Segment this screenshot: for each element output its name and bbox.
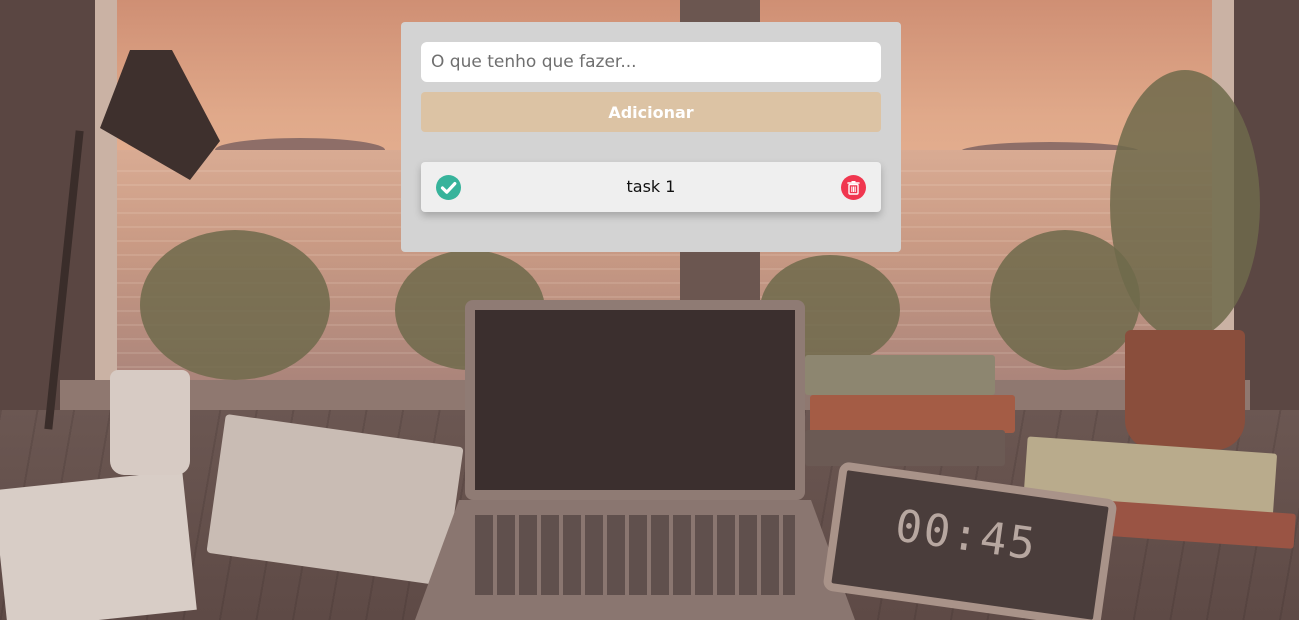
- book: [805, 355, 995, 395]
- check-circle-icon[interactable]: [436, 175, 461, 200]
- todo-card: Adicionar task 1: [401, 22, 901, 252]
- laptop-keyboard: [475, 515, 795, 595]
- window-frame-left: [95, 0, 117, 400]
- task-item: task 1: [421, 162, 881, 212]
- plant-pot: [1125, 330, 1245, 450]
- trash-icon[interactable]: [841, 175, 866, 200]
- new-task-input[interactable]: [421, 42, 881, 82]
- wall-left: [0, 0, 95, 440]
- laptop-screen: [465, 300, 805, 500]
- task-label: task 1: [626, 177, 676, 196]
- plant: [140, 230, 330, 380]
- book: [805, 430, 1005, 466]
- book: [810, 395, 1015, 433]
- mug: [110, 370, 190, 475]
- paper-sheet: [0, 470, 197, 620]
- add-task-button[interactable]: Adicionar: [421, 92, 881, 132]
- potted-plant: [1110, 70, 1260, 340]
